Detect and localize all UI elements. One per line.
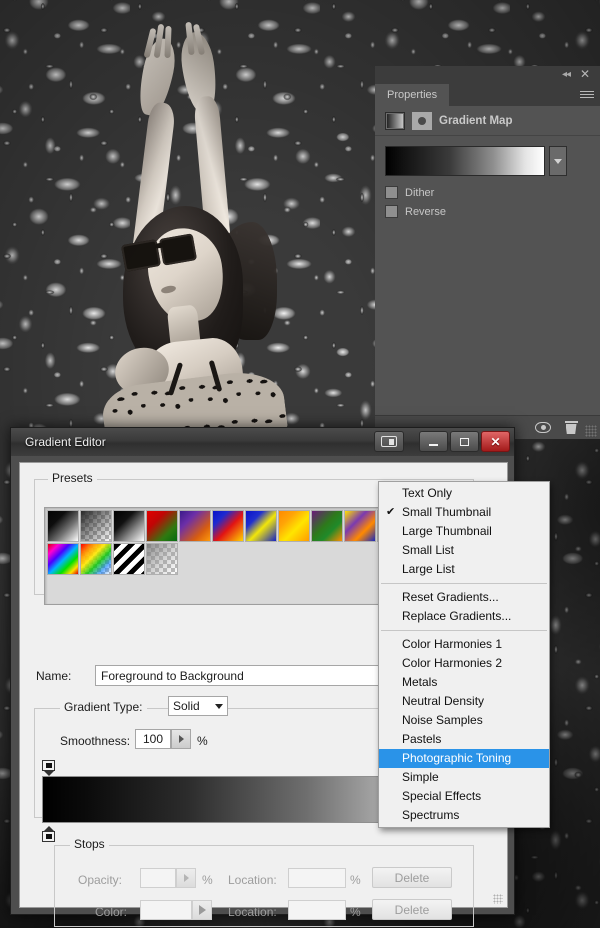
smoothness-label: Smoothness: xyxy=(60,734,131,748)
menu-item-color-harmonies-1[interactable]: Color Harmonies 1 xyxy=(379,635,549,654)
page-title: Gradient Map xyxy=(439,114,513,127)
gradient-preset-swatch[interactable] xyxy=(47,510,79,542)
color-stop-arrow-button[interactable] xyxy=(192,900,212,920)
maximize-icon[interactable] xyxy=(450,431,479,452)
reverse-checkbox[interactable] xyxy=(385,205,398,218)
gradient-type-select[interactable]: Solid xyxy=(168,696,228,716)
opacity-stop-handle[interactable] xyxy=(42,760,55,776)
color-location-unit: % xyxy=(350,905,361,919)
layer-mask-thumbnail-icon[interactable] xyxy=(412,111,432,130)
name-label: Name: xyxy=(36,669,72,683)
dither-checkbox-row[interactable]: Dither xyxy=(385,186,590,199)
panel-menu-icon[interactable] xyxy=(578,89,594,101)
menu-item-small-thumbnail[interactable]: Small Thumbnail xyxy=(379,503,549,522)
opacity-unit: % xyxy=(202,873,213,887)
menu-item-noise-samples[interactable]: Noise Samples xyxy=(379,711,549,730)
gradient-type-label: Gradient Type: xyxy=(60,700,147,714)
play-arrow-icon xyxy=(183,874,189,882)
smoothness-input[interactable]: 100 xyxy=(135,729,171,749)
gradient-preset-swatch[interactable] xyxy=(179,510,211,542)
menu-separator xyxy=(381,630,547,631)
menu-item-spectrums[interactable]: Spectrums xyxy=(379,806,549,825)
eye-icon[interactable] xyxy=(529,416,557,440)
color-label: Color: xyxy=(95,905,128,919)
close-icon[interactable]: ✕ xyxy=(481,431,510,452)
gradient-preset-swatch[interactable] xyxy=(113,543,145,575)
gradient-preset-swatch[interactable] xyxy=(80,510,112,542)
presets-context-menu: Text OnlySmall ThumbnailLarge ThumbnailS… xyxy=(378,481,550,828)
layer-thumbnail-icon[interactable] xyxy=(385,111,405,130)
opacity-location-unit: % xyxy=(350,873,361,887)
reverse-label: Reverse xyxy=(405,205,446,218)
menu-item-photographic-toning[interactable]: Photographic Toning xyxy=(379,749,549,768)
dither-label: Dither xyxy=(405,186,435,199)
color-location-input[interactable] xyxy=(288,900,346,920)
gradient-preset-swatch[interactable] xyxy=(146,543,178,575)
menu-item-large-thumbnail[interactable]: Large Thumbnail xyxy=(379,522,549,541)
reverse-checkbox-row[interactable]: Reverse xyxy=(385,205,590,218)
resize-grip-icon[interactable] xyxy=(493,894,503,904)
presets-group-label: Presets xyxy=(48,471,97,485)
menu-item-pastels[interactable]: Pastels xyxy=(379,730,549,749)
menu-item-metals[interactable]: Metals xyxy=(379,673,549,692)
properties-body: Dither Reverse xyxy=(375,136,600,234)
gradient-preset-swatch[interactable] xyxy=(344,510,376,542)
properties-panel: ◂◂ ✕ Properties Gradient Map Dither Reve… xyxy=(375,66,600,439)
gradient-type-value: Solid xyxy=(173,699,200,713)
menu-item-color-harmonies-2[interactable]: Color Harmonies 2 xyxy=(379,654,549,673)
opacity-stepper[interactable] xyxy=(176,868,196,888)
resize-grip-icon[interactable] xyxy=(585,425,597,437)
adjustment-header: Gradient Map xyxy=(375,106,600,136)
gradient-preset-swatch[interactable] xyxy=(80,543,112,575)
screen-capture-icon[interactable] xyxy=(374,431,404,452)
gradient-preset-swatch[interactable] xyxy=(245,510,277,542)
window-title: Gradient Editor xyxy=(25,435,106,449)
opacity-location-input[interactable] xyxy=(288,868,346,888)
close-icon[interactable]: ✕ xyxy=(580,68,590,80)
dither-checkbox[interactable] xyxy=(385,186,398,199)
smoothness-stepper[interactable] xyxy=(171,729,191,749)
color-delete-button[interactable]: Delete xyxy=(372,899,452,920)
gradient-editor-titlebar[interactable]: Gradient Editor ✕ xyxy=(11,428,514,456)
menu-item-special-effects[interactable]: Special Effects xyxy=(379,787,549,806)
stops-group-label: Stops xyxy=(70,837,109,851)
properties-panel-titlebar: ◂◂ ✕ xyxy=(375,66,600,84)
menu-item-text-only[interactable]: Text Only xyxy=(379,484,549,503)
gradient-preset-swatch[interactable] xyxy=(278,510,310,542)
gradient-preset-swatch[interactable] xyxy=(311,510,343,542)
menu-item-neutral-density[interactable]: Neutral Density xyxy=(379,692,549,711)
collapse-panel-icon[interactable]: ◂◂ xyxy=(562,69,571,80)
menu-item-reset-gradients[interactable]: Reset Gradients... xyxy=(379,588,549,607)
menu-item-small-list[interactable]: Small List xyxy=(379,541,549,560)
menu-item-large-list[interactable]: Large List xyxy=(379,560,549,579)
gradient-preset-swatch[interactable] xyxy=(146,510,178,542)
chevron-down-icon xyxy=(215,703,223,709)
gradient-preset-swatch[interactable] xyxy=(113,510,145,542)
menu-item-simple[interactable]: Simple xyxy=(379,768,549,787)
opacity-delete-button[interactable]: Delete xyxy=(372,867,452,888)
opacity-location-label: Location: xyxy=(228,873,277,887)
trash-icon[interactable] xyxy=(557,416,585,440)
opacity-label: Opacity: xyxy=(78,873,123,887)
smoothness-unit: % xyxy=(197,734,208,748)
gradient-preview[interactable] xyxy=(385,146,545,176)
tab-properties[interactable]: Properties xyxy=(375,84,450,106)
play-arrow-icon xyxy=(178,735,184,743)
color-stop-handle[interactable] xyxy=(42,826,55,842)
play-arrow-icon xyxy=(198,905,206,915)
color-location-label: Location: xyxy=(228,905,277,919)
gradient-preset-swatch[interactable] xyxy=(212,510,244,542)
gradient-preset-swatch[interactable] xyxy=(47,543,79,575)
gradient-picker-row xyxy=(385,146,590,176)
menu-item-replace-gradients[interactable]: Replace Gradients... xyxy=(379,607,549,626)
properties-tab-row: Properties xyxy=(375,84,600,106)
window-controls: ✕ xyxy=(419,431,510,452)
chevron-down-icon[interactable] xyxy=(549,146,567,176)
color-swatch-input[interactable] xyxy=(140,900,192,920)
minimize-icon[interactable] xyxy=(419,431,448,452)
opacity-input[interactable] xyxy=(140,868,176,888)
menu-separator xyxy=(381,583,547,584)
